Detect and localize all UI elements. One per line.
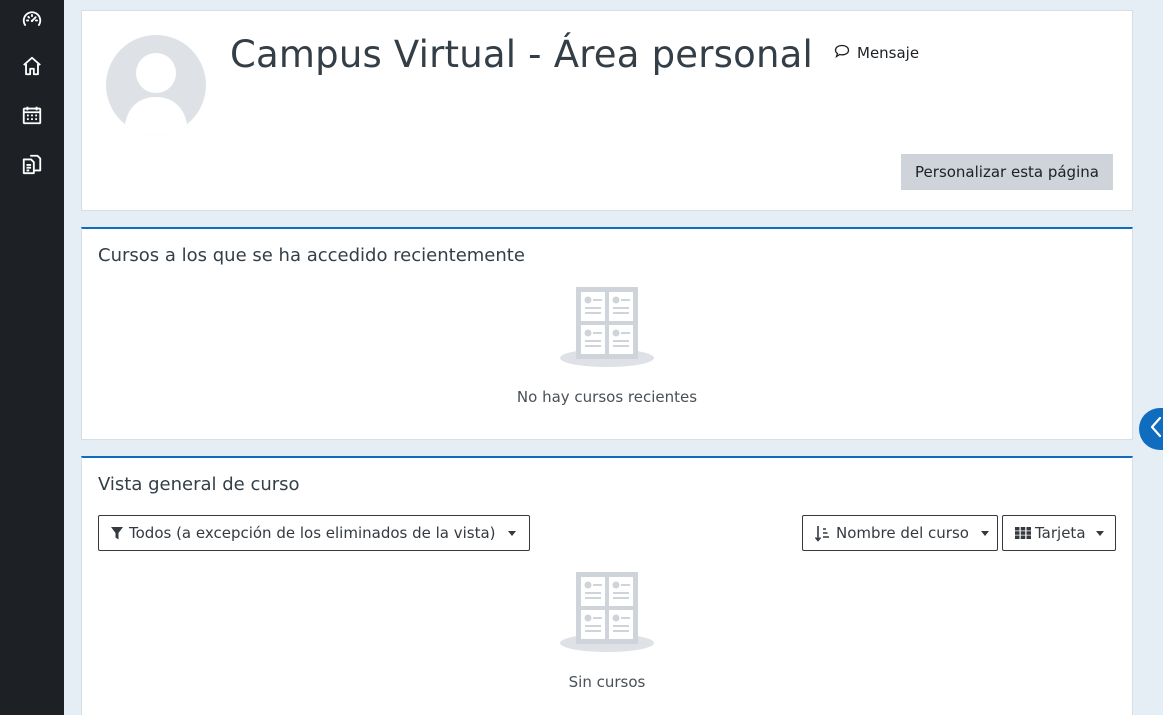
- course-overview-block: Vista general de curso Todos (a excepció…: [81, 456, 1133, 715]
- message-label: Mensaje: [857, 44, 920, 62]
- sort-icon: [815, 525, 830, 542]
- dashboard-icon: [21, 9, 43, 35]
- chevron-left-icon: [1149, 416, 1163, 442]
- course-overview-title: Vista general de curso: [98, 474, 300, 495]
- caret-down-icon: [980, 530, 989, 536]
- avatar[interactable]: [106, 35, 206, 135]
- grid-view-icon: [1015, 527, 1031, 539]
- caret-down-icon: [1095, 530, 1104, 536]
- home-icon: [21, 55, 43, 81]
- nav-files[interactable]: [0, 144, 64, 188]
- course-view-label: Tarjeta: [1035, 524, 1086, 542]
- page-header: Campus Virtual - Área personal Mensaje P…: [81, 10, 1133, 211]
- calendar-icon: [21, 104, 43, 130]
- files-icon: [21, 153, 43, 179]
- filter-icon: [111, 526, 123, 540]
- no-courses-illustration: [560, 572, 656, 654]
- nav-home[interactable]: [0, 46, 64, 90]
- speech-bubble-icon: [834, 43, 850, 63]
- nav-rail: [0, 0, 64, 715]
- message-link[interactable]: Mensaje: [834, 43, 919, 63]
- course-sort-dropdown[interactable]: Nombre del curso: [802, 515, 998, 551]
- no-courses-text: Sin cursos: [568, 673, 646, 691]
- no-courses-illustration: [560, 287, 656, 369]
- no-recent-courses-text: No hay cursos recientes: [516, 388, 698, 406]
- course-view-dropdown[interactable]: Tarjeta: [1002, 515, 1116, 551]
- caret-down-icon: [507, 530, 516, 536]
- page-title: Campus Virtual - Área personal: [230, 33, 813, 76]
- nav-calendar[interactable]: [0, 95, 64, 139]
- open-block-drawer-button[interactable]: [1139, 408, 1163, 450]
- recent-courses-block: Cursos a los que se ha accedido reciente…: [81, 227, 1133, 440]
- course-filter-dropdown[interactable]: Todos (a excepción de los eliminados de …: [98, 515, 530, 551]
- course-filter-label: Todos (a excepción de los eliminados de …: [129, 524, 496, 542]
- course-sort-label: Nombre del curso: [836, 524, 969, 542]
- nav-dashboard[interactable]: [0, 0, 64, 44]
- recent-courses-title: Cursos a los que se ha accedido reciente…: [98, 245, 525, 266]
- customize-page-button[interactable]: Personalizar esta página: [901, 154, 1113, 190]
